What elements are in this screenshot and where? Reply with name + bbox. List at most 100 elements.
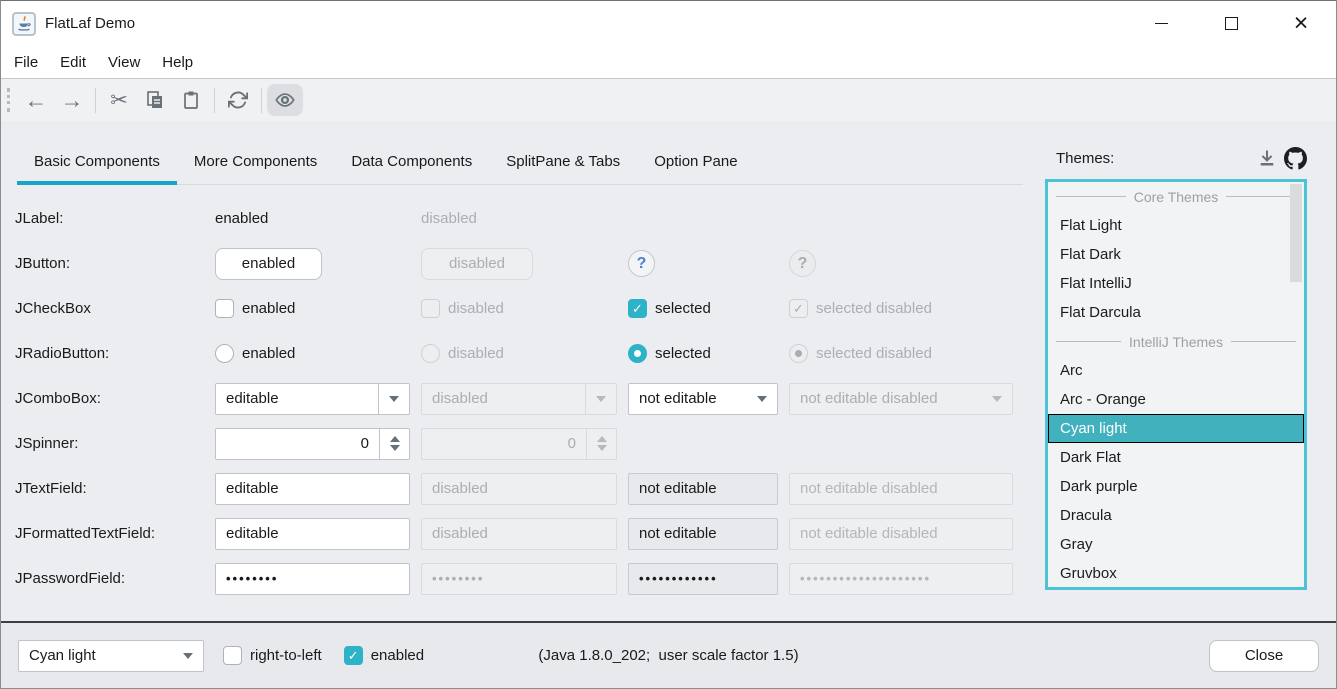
spinner-buttons — [379, 429, 409, 459]
spinner-up-icon[interactable] — [390, 436, 400, 442]
right-to-left-checkbox[interactable]: ✓ right-to-left — [223, 646, 322, 665]
theme-item-cyan-light-selected[interactable]: Cyan light — [1048, 414, 1304, 443]
tab-more-components[interactable]: More Components — [177, 139, 334, 184]
combobox-value: not editable disabled — [790, 384, 981, 414]
radio-disabled: disabled — [421, 344, 617, 363]
theme-item-dark-flat[interactable]: Dark Flat — [1048, 443, 1304, 472]
chevron-down-icon[interactable] — [378, 384, 409, 414]
spinner-input[interactable] — [216, 429, 379, 459]
theme-item-arc[interactable]: Arc — [1048, 356, 1304, 385]
maximize-button[interactable] — [1196, 1, 1266, 46]
radio-selected[interactable]: selected — [628, 344, 778, 363]
passwordfield-editable[interactable] — [215, 563, 410, 595]
minimize-icon — [1155, 23, 1168, 24]
enabled-checkbox[interactable]: ✓ enabled — [344, 646, 424, 665]
combobox-not-editable[interactable]: not editable — [628, 383, 778, 415]
checkbox-checked-icon: ✓ — [789, 299, 808, 318]
textfield-editable[interactable] — [215, 473, 410, 505]
radio-icon[interactable] — [215, 344, 234, 363]
toolbar-separator — [261, 88, 262, 113]
tab-bar: Basic Components More Components Data Co… — [17, 139, 1023, 185]
main-area: Basic Components More Components Data Co… — [1, 121, 1336, 621]
tab-basic-components[interactable]: Basic Components — [17, 139, 177, 184]
theme-item-gruvbox[interactable]: Gruvbox — [1048, 559, 1304, 588]
show-hover-effects-toggle[interactable] — [267, 84, 303, 116]
java-icon — [11, 11, 36, 36]
theme-item-flat-intellij[interactable]: Flat IntelliJ — [1048, 269, 1304, 298]
combobox-value: editable — [216, 384, 378, 414]
combobox-editable[interactable]: editable — [215, 383, 410, 415]
checkbox-icon[interactable]: ✓ — [223, 646, 242, 665]
bottom-bar: Cyan light ✓ right-to-left ✓ enabled (Ja… — [1, 621, 1336, 688]
combobox-value: not editable — [629, 384, 746, 414]
menu-file[interactable]: File — [3, 46, 49, 78]
close-button[interactable]: Close — [1209, 640, 1319, 672]
checkbox-icon[interactable]: ✓ — [215, 299, 234, 318]
paste-button[interactable] — [173, 84, 209, 116]
combobox-disabled: disabled — [421, 383, 617, 415]
flatlaf-demo-window: FlatLaf Demo × File Edit View Help ← → ✂ — [0, 0, 1337, 689]
download-button[interactable] — [1253, 145, 1281, 171]
checkbox-selected[interactable]: ✓selected — [628, 299, 778, 318]
jtextfield-row-label: JTextField: — [15, 480, 204, 497]
checkbox-enabled[interactable]: ✓enabled — [215, 299, 410, 318]
help-button[interactable]: ? — [628, 250, 655, 277]
chevron-down-icon[interactable] — [172, 641, 203, 671]
menu-edit[interactable]: Edit — [49, 46, 97, 78]
chevron-down-icon — [585, 384, 616, 414]
radio-selected-icon[interactable] — [628, 344, 647, 363]
theme-item-gray[interactable]: Gray — [1048, 530, 1304, 559]
minimize-button[interactable] — [1126, 1, 1196, 46]
theme-item-dark-purple[interactable]: Dark purple — [1048, 472, 1304, 501]
checkbox-checked-icon[interactable]: ✓ — [628, 299, 647, 318]
tab-data-components[interactable]: Data Components — [334, 139, 489, 184]
combobox-value: disabled — [422, 384, 585, 414]
spinner-down-icon[interactable] — [390, 445, 400, 451]
paste-icon — [181, 90, 201, 110]
github-button[interactable] — [1281, 145, 1309, 171]
tab-splitpane-tabs[interactable]: SplitPane & Tabs — [489, 139, 637, 184]
toolbar-grip[interactable] — [7, 88, 10, 112]
menubar: File Edit View Help — [1, 46, 1336, 79]
themes-scrollbar-thumb[interactable] — [1290, 184, 1302, 282]
chevron-down-icon[interactable] — [746, 384, 777, 414]
forward-button[interactable]: → — [54, 84, 90, 116]
close-icon: × — [1294, 11, 1309, 36]
theme-item-flat-light[interactable]: Flat Light — [1048, 211, 1304, 240]
menu-view[interactable]: View — [97, 46, 151, 78]
tab-option-pane[interactable]: Option Pane — [637, 139, 754, 184]
jlabel-enabled: enabled — [215, 210, 410, 227]
github-icon — [1284, 147, 1307, 170]
enabled-label: enabled — [371, 647, 424, 664]
spinner-buttons — [586, 429, 616, 459]
theme-item-flat-darcula[interactable]: Flat Darcula — [1048, 298, 1304, 327]
theme-item-arc-orange[interactable]: Arc - Orange — [1048, 385, 1304, 414]
radio-enabled[interactable]: enabled — [215, 344, 410, 363]
help-button-disabled: ? — [789, 250, 816, 277]
cut-button[interactable]: ✂ — [101, 84, 137, 116]
copy-icon — [145, 90, 165, 110]
theme-selector-combobox[interactable]: Cyan light — [18, 640, 204, 672]
toolbar-separator — [214, 88, 215, 113]
copy-button[interactable] — [137, 84, 173, 116]
enabled-button[interactable]: enabled — [215, 248, 322, 280]
refresh-icon — [228, 90, 248, 110]
back-button[interactable]: ← — [18, 84, 54, 116]
checkbox-checked-icon[interactable]: ✓ — [344, 646, 363, 665]
theme-selector-value: Cyan light — [19, 641, 172, 671]
radio-icon — [421, 344, 440, 363]
textfield-not-editable-disabled — [789, 473, 1013, 505]
spinner-down-icon — [597, 445, 607, 451]
theme-item-flat-dark[interactable]: Flat Dark — [1048, 240, 1304, 269]
spinner-disabled — [421, 428, 617, 460]
theme-item-dracula[interactable]: Dracula — [1048, 501, 1304, 530]
refresh-button[interactable] — [220, 84, 256, 116]
menu-help[interactable]: Help — [151, 46, 204, 78]
textfield-disabled — [421, 473, 617, 505]
toolbar-separator — [95, 88, 96, 113]
formattedtextfield-editable[interactable] — [215, 518, 410, 550]
back-icon: ← — [25, 89, 48, 112]
close-window-button[interactable]: × — [1266, 1, 1336, 46]
eye-icon — [274, 89, 296, 111]
textfield-not-editable — [628, 473, 778, 505]
